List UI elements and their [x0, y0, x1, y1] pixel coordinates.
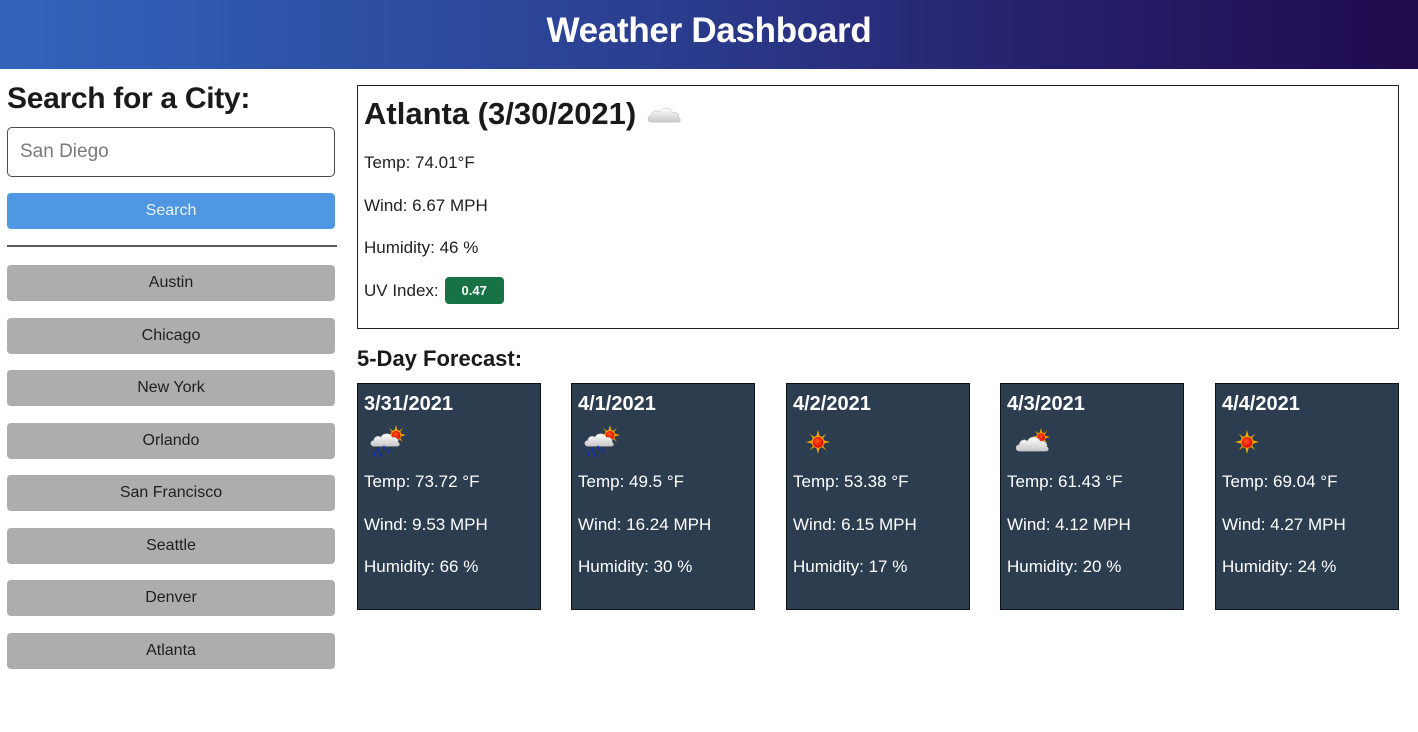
uv-index-badge: 0.47 [444, 277, 504, 305]
history-city-button[interactable]: Chicago [7, 317, 335, 354]
forecast-temp: Temp: 73.72 °F [364, 472, 480, 491]
search-button[interactable]: Search [7, 193, 335, 229]
forecast-temp: Temp: 69.04 °F [1222, 472, 1338, 491]
forecast-humidity: Humidity: 66 % [364, 557, 479, 576]
forecast-date: 4/1/2021 [578, 393, 656, 415]
sun-icon [1222, 417, 1392, 467]
history-city-button[interactable]: Denver [7, 580, 335, 616]
history-city-button[interactable]: Atlanta [7, 632, 335, 669]
current-weather-panel: Atlanta (3/30/2021) Temp: 74.01°F Wind: … [357, 85, 1399, 329]
forecast-temp: Temp: 49.5 °F [578, 472, 685, 491]
history-city-button[interactable]: San Francisco [7, 475, 335, 511]
current-wind: Wind: 6.67 MPH [364, 195, 488, 215]
forecast-humidity: Humidity: 24 % [1222, 557, 1337, 576]
rain-sun-icon [364, 417, 534, 467]
sun-icon [793, 417, 963, 467]
divider [7, 245, 337, 247]
forecast-date: 3/31/2021 [364, 393, 453, 415]
forecast-card: 4/4/2021 Temp: 69.04 °F Wind: 4.27 MPH H… [1215, 383, 1399, 610]
current-humidity: Humidity: 46 % [364, 238, 479, 258]
forecast-card: 3/31/2021 Temp: 73.72 °F Wind: 9.53 MPH … [357, 383, 541, 610]
forecast-date: 4/3/2021 [1007, 393, 1085, 415]
current-uv-row: UV Index: 0.47 [364, 270, 1392, 313]
forecast-cards: 3/31/2021 Temp: 73.72 °F Wind: 9.53 MPH … [357, 383, 1399, 610]
forecast-wind: Wind: 16.24 MPH [578, 514, 712, 534]
cloud-icon [646, 105, 682, 123]
city-search-input[interactable] [7, 127, 335, 177]
app-title: Weather Dashboard [546, 10, 872, 50]
forecast-date: 4/2/2021 [793, 393, 871, 415]
sidebar: Search for a City: Search Austin Chicago… [7, 69, 337, 685]
rain-sun-icon [578, 417, 748, 467]
history-city-button[interactable]: Seattle [7, 527, 335, 564]
forecast-humidity: Humidity: 20 % [1007, 557, 1122, 576]
search-history-list: Austin Chicago New York Orlando San Fran… [7, 265, 337, 669]
history-city-button[interactable]: Orlando [7, 422, 335, 459]
forecast-wind: Wind: 4.27 MPH [1222, 514, 1346, 534]
forecast-wind: Wind: 9.53 MPH [364, 514, 488, 534]
forecast-wind: Wind: 6.15 MPH [793, 514, 917, 534]
current-city-heading: Atlanta (3/30/2021) [364, 94, 1392, 134]
forecast-temp: Temp: 61.43 °F [1007, 472, 1123, 491]
forecast-card: 4/3/2021 Temp: 61.43 °F Wind: 4.12 MPH H… [1000, 383, 1184, 610]
forecast-heading: 5-Day Forecast: [357, 346, 523, 371]
uv-label: UV Index: [364, 280, 439, 300]
forecast-card: 4/1/2021 Temp: 49.5 °F Wind: 16.24 MPH H… [571, 383, 755, 610]
current-temp: Temp: 74.01°F [364, 153, 475, 173]
forecast-temp: Temp: 53.38 °F [793, 472, 909, 491]
history-city-button[interactable]: Austin [7, 265, 335, 301]
forecast-humidity: Humidity: 30 % [578, 557, 693, 576]
forecast-card: 4/2/2021 Temp: 53.38 °F Wind: 6.15 MPH H… [786, 383, 970, 610]
forecast-date: 4/4/2021 [1222, 393, 1300, 415]
forecast-humidity: Humidity: 17 % [793, 557, 908, 576]
forecast-wind: Wind: 4.12 MPH [1007, 514, 1131, 534]
partly-cloudy-icon [1007, 417, 1177, 467]
search-heading: Search for a City: [7, 82, 251, 115]
current-city-title: Atlanta (3/30/2021) [364, 96, 637, 131]
history-city-button[interactable]: New York [7, 370, 335, 406]
app-header: Weather Dashboard [0, 0, 1418, 69]
